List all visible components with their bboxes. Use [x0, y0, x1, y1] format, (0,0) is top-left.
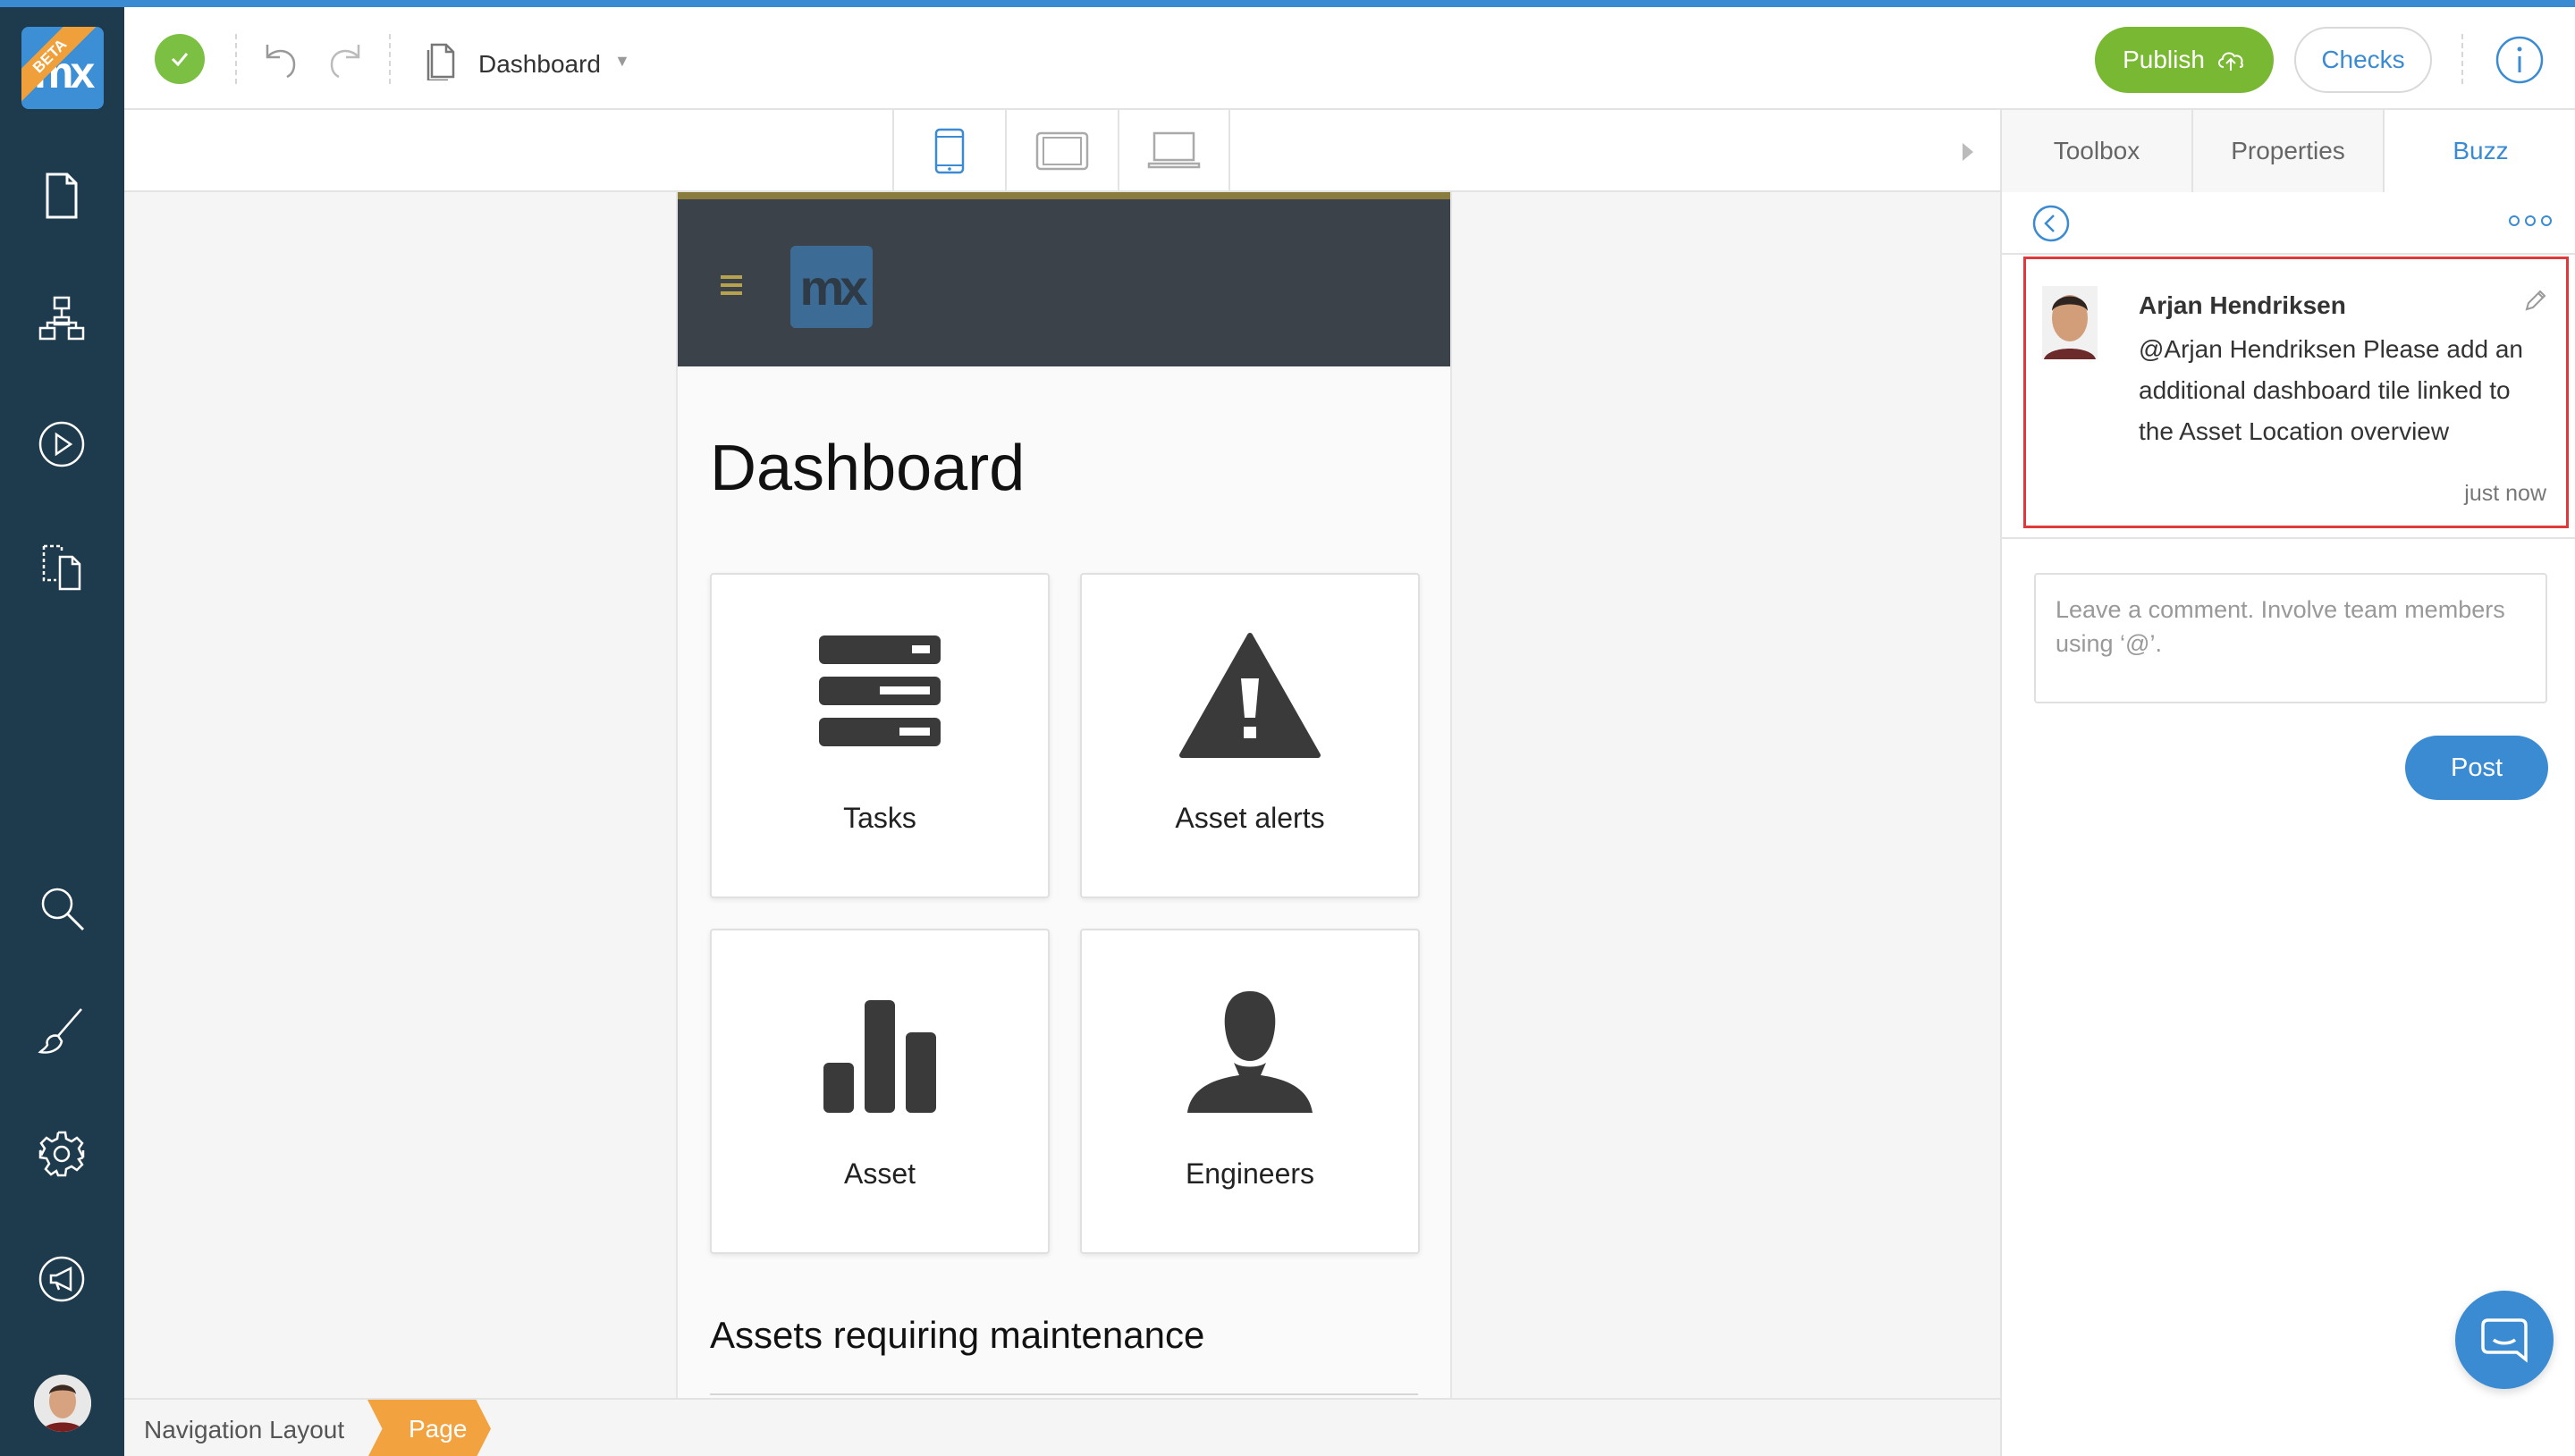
run-icon[interactable]: [32, 415, 91, 474]
top-accent-line: [0, 0, 2575, 7]
user-avatar[interactable]: [34, 1375, 91, 1432]
megaphone-icon[interactable]: [32, 1250, 91, 1309]
cloud-upload-icon: [2217, 52, 2243, 71]
tile-tasks[interactable]: Tasks: [710, 573, 1050, 898]
comment-input[interactable]: [2034, 573, 2547, 703]
app-header: mx: [678, 192, 1450, 366]
document-title[interactable]: Dashboard: [478, 50, 601, 79]
document-icon: [423, 41, 459, 82]
device-bar: [124, 110, 2000, 192]
tile-label: Asset: [843, 1157, 916, 1190]
section-title: Assets requiring maintenance: [710, 1314, 1205, 1356]
comment-text: @Arjan Hendriksen Please add an addition…: [2139, 335, 2524, 445]
sidebar: mx BETA: [0, 7, 124, 1456]
tab-toolbox[interactable]: Toolbox: [2002, 110, 2193, 192]
bar-chart-icon: [823, 1000, 936, 1113]
breadcrumb: Navigation Layout Page: [124, 1398, 2000, 1456]
toolbar-divider: [2461, 34, 2463, 84]
page-canvas: mx Dashboard Tasks Asset alerts Asset En…: [124, 192, 2000, 1398]
user-icon: [1187, 991, 1313, 1113]
top-toolbar: Dashboard ▼ Publish Checks: [124, 7, 2575, 110]
comment-author: Arjan Hendriksen: [2139, 291, 2346, 319]
more-options-icon[interactable]: [2508, 212, 2553, 230]
comment-card: Arjan Hendriksen @Arjan Hendriksen Pleas…: [2023, 257, 2569, 528]
publish-button[interactable]: Publish: [2095, 27, 2274, 93]
mendix-logo[interactable]: mx BETA: [21, 27, 104, 109]
chat-launcher-button[interactable]: [2455, 1291, 2554, 1389]
chevron-down-icon[interactable]: ▼: [614, 52, 630, 71]
toolbar-divider: [235, 34, 237, 84]
commenter-avatar: [2042, 286, 2098, 359]
brush-icon[interactable]: [32, 1001, 91, 1060]
breadcrumb-navigation-layout[interactable]: Navigation Layout: [144, 1416, 344, 1444]
page-title: Dashboard: [710, 433, 1026, 504]
desktop-icon[interactable]: [1118, 110, 1230, 192]
info-icon[interactable]: [2494, 34, 2545, 86]
redo-icon[interactable]: [323, 38, 369, 84]
status-check-icon[interactable]: [155, 34, 205, 84]
toolbar-divider: [389, 34, 391, 84]
app-explorer-icon[interactable]: [32, 538, 91, 597]
tile-asset[interactable]: Asset: [710, 929, 1050, 1254]
hamburger-menu-icon[interactable]: [719, 273, 744, 298]
tile-label: Asset alerts: [1175, 802, 1325, 834]
phone-icon[interactable]: [892, 110, 1005, 192]
phone-preview[interactable]: mx Dashboard Tasks Asset alerts Asset En…: [678, 192, 1450, 1398]
breadcrumb-page-label: Page: [409, 1414, 468, 1443]
search-icon[interactable]: [32, 879, 91, 938]
app-logo: mx: [790, 246, 873, 328]
back-icon[interactable]: [2032, 205, 2070, 242]
pencil-icon[interactable]: [2523, 288, 2548, 313]
post-button[interactable]: Post: [2405, 736, 2548, 800]
tab-buzz[interactable]: Buzz: [2385, 110, 2575, 192]
tile-engineers[interactable]: Engineers: [1080, 929, 1420, 1254]
panel-tabs: Toolbox Properties Buzz: [2002, 110, 2575, 192]
domain-model-icon[interactable]: [32, 290, 91, 349]
collapse-arrow-icon[interactable]: [1959, 140, 1977, 164]
server-icon: [819, 635, 941, 746]
tile-label: Engineers: [1185, 1157, 1315, 1190]
page-icon[interactable]: [32, 166, 91, 225]
comment-timestamp: just now: [2464, 481, 2546, 506]
tile-asset-alerts[interactable]: Asset alerts: [1080, 573, 1420, 898]
publish-label: Publish: [2123, 46, 2205, 73]
gear-icon[interactable]: [32, 1124, 91, 1183]
tablet-icon[interactable]: [1005, 110, 1118, 192]
chat-icon: [2481, 1318, 2528, 1363]
warning-icon: [1179, 633, 1321, 758]
right-panel: Toolbox Properties Buzz Arjan Hendriksen…: [2000, 110, 2575, 1456]
comment-divider: [2002, 537, 2575, 539]
checks-button[interactable]: Checks: [2294, 27, 2432, 93]
buzz-toolbar: [2002, 192, 2575, 255]
undo-icon[interactable]: [257, 38, 303, 84]
breadcrumb-page[interactable]: Page: [367, 1400, 491, 1456]
tab-properties[interactable]: Properties: [2193, 110, 2385, 192]
tile-label: Tasks: [843, 802, 916, 834]
section-divider: [710, 1393, 1418, 1395]
